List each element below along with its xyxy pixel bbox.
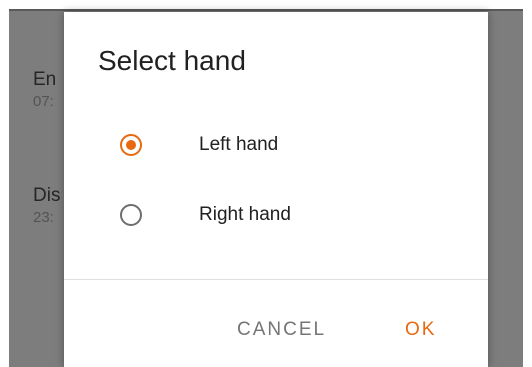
background-list-item: En 07: — [33, 69, 56, 111]
option-right-hand[interactable]: Right hand — [64, 189, 488, 243]
dialog-title: Select hand — [98, 45, 246, 76]
background-item-subtitle: 23: — [33, 209, 54, 226]
option-label: Right hand — [199, 204, 291, 225]
background-list-item: Dis 23: — [33, 185, 60, 227]
ok-button[interactable]: OK — [405, 318, 436, 342]
select-hand-dialog: Select hand Left hand Right hand CANCEL … — [64, 12, 488, 367]
background-item-title: En — [33, 69, 57, 90]
option-left-hand[interactable]: Left hand — [64, 119, 488, 173]
top-divider — [9, 9, 523, 11]
radio-unchecked-icon[interactable] — [120, 204, 142, 226]
background-item-title: Dis — [33, 185, 61, 206]
radio-checked-icon[interactable] — [120, 134, 142, 156]
option-label: Left hand — [199, 134, 279, 155]
cancel-button[interactable]: CANCEL — [237, 318, 326, 342]
background-item-subtitle: 07: — [33, 93, 54, 110]
button-divider — [64, 279, 488, 280]
